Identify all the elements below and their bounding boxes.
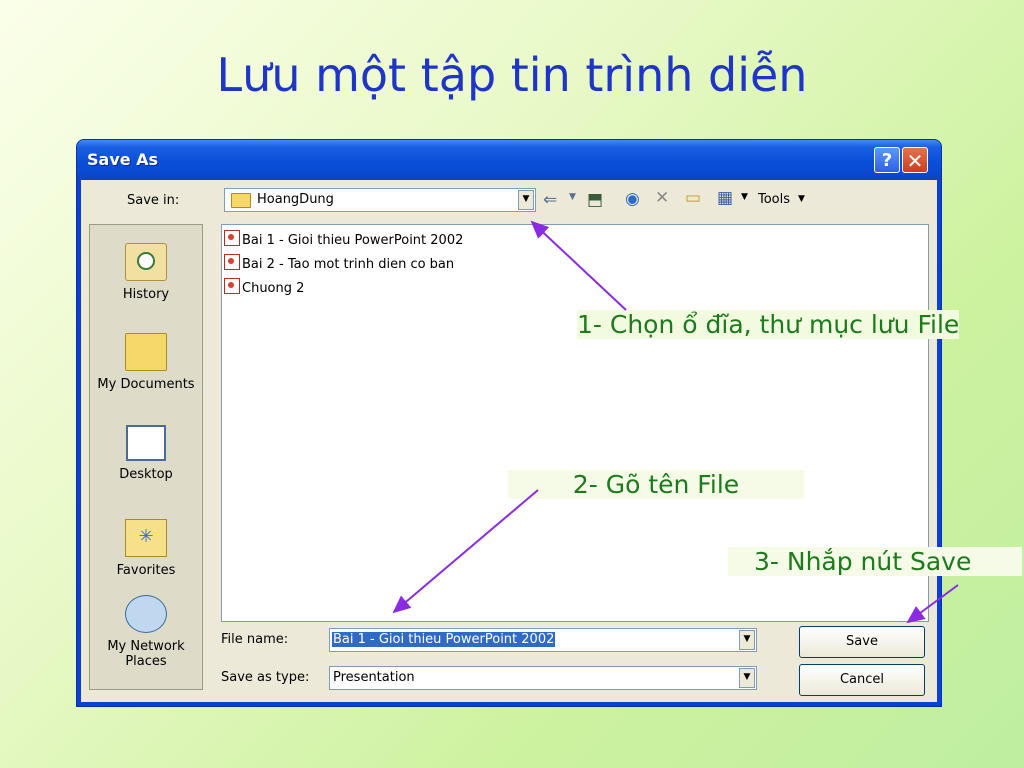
save-in-value: HoangDung <box>257 192 334 207</box>
place-label: My Documents <box>97 377 195 392</box>
place-network[interactable]: My Network Places <box>90 595 202 669</box>
place-desktop[interactable]: Desktop <box>90 425 202 482</box>
save-as-dialog: Save As ? ✕ Save in: HoangDung ▼ ⇐ ▼ ⬒ ◉… <box>77 140 941 706</box>
file-name: Bai 2 - Tao mot trinh dien co ban <box>242 257 455 272</box>
save-button[interactable]: Save <box>799 626 925 658</box>
favorites-icon: ✳ <box>125 519 167 557</box>
places-bar: History My Documents Desktop ✳ Favorites… <box>89 224 203 690</box>
dialog-titlebar[interactable]: Save As ? ✕ <box>77 140 941 180</box>
folder-icon <box>231 193 251 208</box>
place-label: Desktop <box>119 467 173 482</box>
save-in-label: Save in: <box>127 193 180 208</box>
chevron-down-icon[interactable]: ▼ <box>739 630 755 650</box>
annotation-step2: 2- Gõ tên File <box>508 470 804 499</box>
powerpoint-file-icon <box>224 230 240 246</box>
file-name-label: File name: <box>221 632 289 647</box>
dialog-title: Save As <box>87 150 159 169</box>
list-item[interactable]: Chuong 2 <box>224 278 304 298</box>
delete-icon[interactable]: ✕ <box>655 188 669 208</box>
place-label: History <box>122 287 170 302</box>
new-folder-icon[interactable]: ▭ <box>685 188 701 208</box>
tools-menu[interactable]: Tools <box>758 192 790 207</box>
annotation-step3: 3- Nhắp nút Save <box>728 547 1022 576</box>
close-button[interactable]: ✕ <box>902 147 928 173</box>
place-history[interactable]: History <box>90 243 202 302</box>
save-in-combo[interactable]: HoangDung ▼ <box>224 188 536 212</box>
file-name: Bai 1 - Gioi thieu PowerPoint 2002 <box>242 233 464 248</box>
save-as-type-label: Save as type: <box>221 670 310 685</box>
powerpoint-file-icon <box>224 278 240 294</box>
place-label: My Network Places <box>107 639 185 669</box>
views-icon[interactable]: ▦ <box>717 188 733 208</box>
powerpoint-file-icon <box>224 254 240 270</box>
annotation-step1: 1- Chọn ổ đĩa, thư mục lưu File <box>577 310 960 339</box>
file-name-field[interactable]: Bai 1 - Gioi thieu PowerPoint 2002 ▼ <box>329 628 757 652</box>
chevron-down-icon[interactable]: ▼ <box>739 668 755 688</box>
back-dropdown-icon[interactable]: ▼ <box>569 192 576 202</box>
history-icon <box>125 243 167 281</box>
desktop-icon <box>126 425 166 461</box>
place-my-documents[interactable]: My Documents <box>90 333 202 392</box>
back-arrow-icon[interactable]: ⇐ <box>543 190 557 210</box>
place-favorites[interactable]: ✳ Favorites <box>90 519 202 578</box>
file-name-value: Bai 1 - Gioi thieu PowerPoint 2002 <box>332 632 556 647</box>
list-item[interactable]: Bai 1 - Gioi thieu PowerPoint 2002 <box>224 230 463 250</box>
chevron-down-icon[interactable]: ▼ <box>518 190 534 210</box>
slide-title: Lưu một tập tin trình diễn <box>216 48 808 102</box>
help-button[interactable]: ? <box>874 147 900 173</box>
my-documents-icon <box>125 333 167 371</box>
network-places-icon <box>125 595 167 633</box>
file-name: Chuong 2 <box>242 281 305 296</box>
tools-dropdown-icon[interactable]: ▼ <box>798 194 805 204</box>
save-as-type-combo[interactable]: Presentation ▼ <box>329 666 757 690</box>
views-dropdown-icon[interactable]: ▼ <box>741 192 748 202</box>
search-web-icon[interactable]: ◉ <box>625 189 640 209</box>
list-item[interactable]: Bai 2 - Tao mot trinh dien co ban <box>224 254 454 274</box>
up-folder-icon[interactable]: ⬒ <box>587 190 603 210</box>
cancel-button[interactable]: Cancel <box>799 664 925 696</box>
save-as-type-value: Presentation <box>333 670 415 685</box>
place-label: Favorites <box>116 563 176 578</box>
dialog-client: Save in: HoangDung ▼ ⇐ ▼ ⬒ ◉ ✕ ▭ ▦ ▼ Too… <box>81 180 937 702</box>
